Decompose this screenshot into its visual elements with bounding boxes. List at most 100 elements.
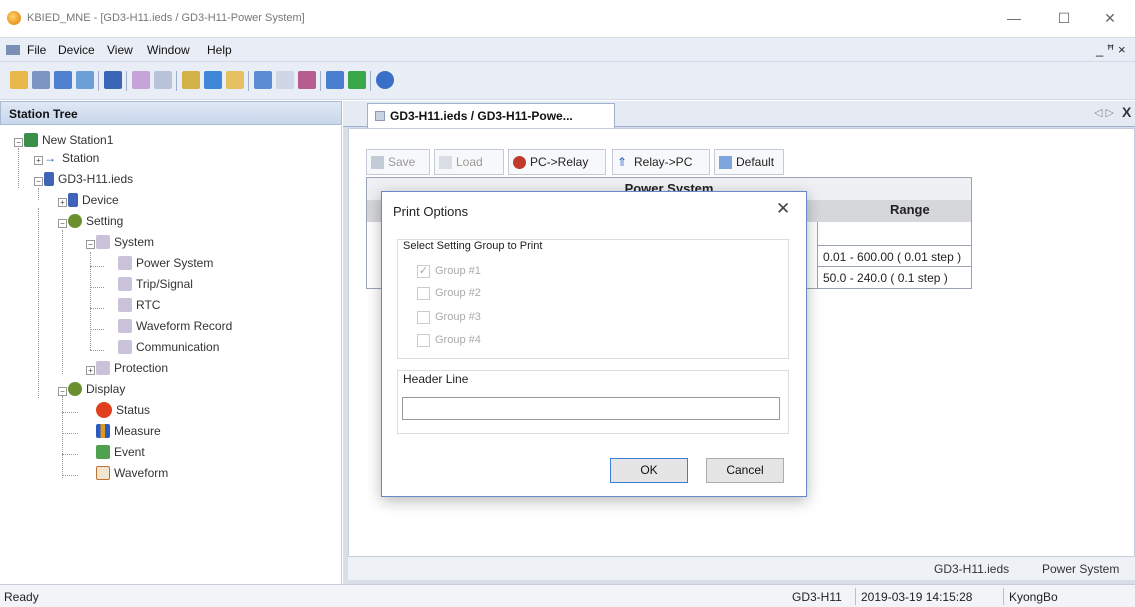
help-icon[interactable]	[376, 71, 394, 89]
tools-icon[interactable]	[182, 71, 200, 89]
title-bar: KBIED_MNE - [GD3-H11.ieds / GD3-H11-Powe…	[0, 0, 1135, 38]
status-icon	[96, 402, 112, 418]
tree-node-status[interactable]: Status	[96, 402, 150, 420]
range-cell: 50.0 - 240.0 ( 0.1 step )	[823, 271, 948, 285]
station-icon	[24, 132, 38, 147]
tab-label: GD3-H11.ieds / GD3-H11-Powe...	[390, 109, 573, 123]
tree-node-communication[interactable]: Communication	[118, 339, 219, 357]
group-1-checkbox[interactable]: ✓	[417, 265, 430, 278]
close-button[interactable]: ✕	[1090, 4, 1130, 32]
menu-window[interactable]: Window	[147, 43, 190, 57]
setting-icon[interactable]	[132, 71, 150, 89]
collapse-system[interactable]: −	[86, 240, 95, 249]
save-icon	[371, 156, 384, 170]
wrench-icon	[118, 297, 132, 312]
range-cell: 0.01 - 600.00 ( 0.01 step )	[823, 250, 962, 264]
tree-node-rtc[interactable]: RTC	[118, 297, 160, 315]
open-folder-icon[interactable]	[10, 71, 28, 89]
expand-device[interactable]: +	[58, 198, 67, 207]
tab-close-icon[interactable]: X	[1122, 104, 1131, 120]
window-title: KBIED_MNE - [GD3-H11.ieds / GD3-H11-Powe…	[27, 12, 305, 24]
wrench-icon	[96, 360, 110, 375]
tree-node-device[interactable]: Device	[68, 192, 119, 210]
load-button[interactable]: Load	[434, 149, 504, 175]
collapse-display[interactable]: −	[58, 387, 67, 396]
monitor-icon[interactable]	[204, 71, 222, 89]
print-options-dialog: Print Options ✕ Select Setting Group to …	[381, 191, 807, 497]
tree-node-measure[interactable]: Measure	[96, 423, 161, 441]
app-icon	[7, 11, 21, 25]
window-icon[interactable]	[254, 71, 272, 89]
expand-protection[interactable]: +	[86, 366, 95, 375]
tree-node-waveform-record[interactable]: Waveform Record	[118, 318, 232, 336]
tree-node-ieds[interactable]: GD3-H11.ieds	[44, 171, 133, 189]
network-icon[interactable]	[76, 71, 94, 89]
group-2-label: Group #2	[435, 287, 481, 299]
wrench-icon	[118, 318, 132, 333]
collapse-setting[interactable]: −	[58, 219, 67, 228]
table-icon	[719, 156, 732, 170]
gear-icon	[68, 381, 82, 396]
tree-node-protection[interactable]: Protection	[96, 360, 168, 378]
print-icon[interactable]	[326, 71, 344, 89]
tree-node-root[interactable]: New Station1	[24, 132, 113, 150]
expand-station[interactable]: +	[34, 156, 43, 165]
station-tree-title: Station Tree	[9, 107, 78, 121]
wrench-icon	[118, 276, 132, 291]
save-button[interactable]: Save	[366, 149, 430, 175]
tree-node-event[interactable]: Event	[96, 444, 145, 462]
group-3-label: Group #3	[435, 311, 481, 323]
relay-to-pc-button[interactable]: ⇑ Relay->PC	[612, 149, 710, 175]
menu-view[interactable]: View	[107, 43, 133, 57]
save-disk-icon[interactable]	[32, 71, 50, 89]
tab-power-system[interactable]: GD3-H11.ieds / GD3-H11-Powe...	[367, 103, 615, 128]
station-icon[interactable]	[104, 71, 122, 89]
default-button[interactable]: Default	[714, 149, 784, 175]
device-icon[interactable]	[54, 71, 72, 89]
tree-node-power-system[interactable]: Power System	[118, 255, 213, 273]
tree-node-trip-signal[interactable]: Trip/Signal	[118, 276, 193, 294]
load-folder-icon	[439, 156, 452, 170]
toolbar	[0, 62, 1135, 100]
station-tree[interactable]: − New Station1 + → Station − GD3-H11.ieds…	[0, 126, 342, 584]
collapse-root[interactable]: −	[14, 138, 23, 147]
group-2-checkbox[interactable]	[417, 287, 430, 300]
tree-node-setting[interactable]: Setting	[68, 213, 123, 231]
menu-device[interactable]: Device	[58, 43, 95, 57]
ok-button[interactable]: OK	[610, 458, 688, 483]
status-datetime: 2019-03-19 14:15:28	[861, 590, 973, 604]
setting-group-label: Select Setting Group to Print	[403, 240, 543, 252]
dialog-title: Print Options	[393, 204, 469, 219]
group-3-checkbox[interactable]	[417, 311, 430, 324]
mdi-controls[interactable]: _ ꟸ ×	[1096, 42, 1126, 58]
tree-node-system[interactable]: System	[96, 234, 154, 252]
wrench-icon	[118, 339, 132, 354]
menu-file[interactable]: File	[27, 43, 46, 57]
tree-node-station[interactable]: → Station	[44, 150, 99, 168]
waveform-tool-icon[interactable]	[276, 71, 294, 89]
arrow-right-icon: →	[44, 150, 56, 165]
menu-bar: File Device View Window Help _ ꟸ ×	[0, 38, 1135, 62]
group-4-checkbox[interactable]	[417, 334, 430, 347]
tab-nav-arrows[interactable]: ◁ ▷	[1094, 106, 1114, 119]
excel-icon[interactable]	[348, 71, 366, 89]
menu-help[interactable]: Help	[207, 43, 232, 57]
cancel-button[interactable]: Cancel	[706, 458, 784, 483]
config-icon[interactable]	[154, 71, 172, 89]
dialog-close-icon[interactable]: ✕	[776, 199, 790, 219]
wrench-icon	[96, 234, 110, 249]
measure-icon[interactable]	[226, 71, 244, 89]
chart-icon[interactable]	[298, 71, 316, 89]
tree-node-waveform[interactable]: Waveform	[96, 465, 168, 483]
range-column-header: Range	[890, 202, 930, 217]
status-page: Power System	[1042, 562, 1120, 576]
collapse-ieds[interactable]: −	[34, 177, 43, 186]
gear-icon	[68, 213, 82, 228]
minimize-button[interactable]: —	[994, 4, 1034, 32]
status-bar: Ready GD3-H11 2019-03-19 14:15:28 KyongB…	[0, 584, 1135, 607]
pc-to-relay-button[interactable]: PC->Relay	[508, 149, 606, 175]
table-icon	[96, 444, 110, 459]
header-line-input[interactable]	[402, 397, 780, 420]
maximize-button[interactable]: ☐	[1044, 4, 1084, 32]
tree-node-display[interactable]: Display	[68, 381, 125, 399]
